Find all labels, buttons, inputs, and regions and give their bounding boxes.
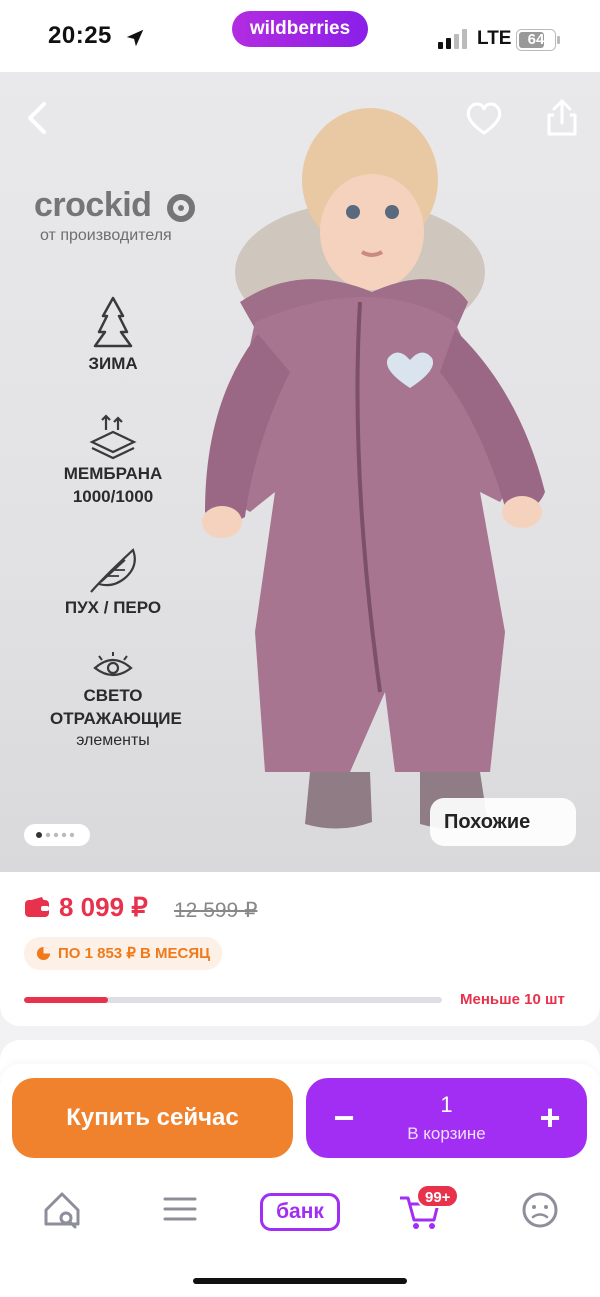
battery-level: 64 — [527, 31, 545, 48]
brand-subtitle: от производителя — [40, 227, 172, 244]
bottom-bar: Купить сейчас − 1 В корзине + банк 99+ — [0, 1064, 600, 1297]
cart-quantity-control: − 1 В корзине + — [306, 1078, 587, 1158]
membrane-icon — [89, 414, 137, 460]
buy-now-button[interactable]: Купить сейчас — [12, 1078, 293, 1158]
current-price: 8 099 ₽ — [59, 892, 148, 922]
product-page: 20:25 wildberries LTE 64 crockid от прои… — [0, 0, 600, 1297]
winter-icon — [93, 296, 133, 348]
installment-badge[interactable]: ПО 1 853 ₽ В МЕСЯЦ — [24, 937, 223, 970]
profile-icon[interactable] — [510, 1176, 570, 1236]
feature-label: ЗИМА — [88, 354, 138, 373]
stock-bar — [24, 997, 442, 1003]
feature-membrane: МЕМБРАНА 1000/1000 — [28, 412, 198, 508]
wallet-icon — [25, 897, 49, 917]
bank-tab[interactable]: банк — [260, 1193, 340, 1231]
installment-text: ПО 1 853 ₽ В МЕСЯЦ — [58, 945, 211, 962]
increase-quantity-button[interactable]: + — [528, 1096, 572, 1140]
pagination-dots — [36, 832, 75, 838]
pie-icon — [36, 946, 51, 961]
brand-mark-icon — [167, 194, 195, 222]
old-price: 12 599 ₽ — [174, 899, 258, 922]
cart-count-badge: 99+ — [416, 1184, 460, 1208]
feature-reflective: СВЕТО ОТРАЖАЮЩИЕ элементы — [28, 650, 198, 752]
network-label: LTE — [477, 28, 512, 49]
feature-sublabel: элементы — [76, 732, 150, 749]
price-card: 8 099 ₽ 12 599 ₽ ПО 1 853 ₽ В МЕСЯЦ Мень… — [0, 872, 600, 1026]
feature-label: ПУХ / ПЕРО — [64, 598, 162, 617]
status-time: 20:25 — [48, 22, 112, 49]
feature-winter: ЗИМА — [28, 294, 198, 375]
product-gallery[interactable]: crockid от производителя ЗИМА МЕМБРАНА 1… — [0, 72, 600, 872]
stock-text: Меньше 10 шт — [460, 991, 565, 1008]
signal-icon — [438, 29, 467, 49]
share-icon[interactable] — [540, 96, 584, 140]
eye-icon — [93, 652, 133, 677]
home-search-icon[interactable] — [32, 1176, 92, 1236]
feather-icon — [90, 548, 136, 593]
status-bar: 20:25 wildberries LTE 64 — [0, 0, 600, 72]
gallery-pagination[interactable] — [24, 824, 90, 846]
stock-bar-fill — [24, 997, 108, 1003]
similar-products-button[interactable]: Похожие — [430, 798, 576, 846]
feature-label: МЕМБРАНА 1000/1000 — [63, 464, 163, 506]
back-icon[interactable] — [16, 96, 60, 140]
catalog-menu-icon[interactable] — [150, 1176, 210, 1236]
brand-logo[interactable]: crockid — [34, 186, 152, 225]
favorite-heart-icon[interactable] — [462, 96, 506, 140]
feature-label: СВЕТО ОТРАЖАЮЩИЕ — [50, 686, 182, 728]
wildberries-badge[interactable]: wildberries — [232, 11, 368, 47]
tab-bar: банк 99+ — [0, 1176, 600, 1236]
feature-down: ПУХ / ПЕРО — [28, 546, 198, 619]
home-indicator — [193, 1278, 407, 1284]
location-arrow-icon — [126, 29, 144, 47]
